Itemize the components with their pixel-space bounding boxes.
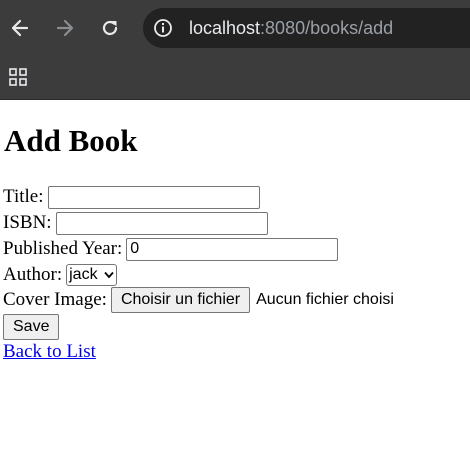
- back-button[interactable]: [5, 13, 35, 43]
- published-year-input[interactable]: [126, 237, 339, 261]
- title-input[interactable]: [47, 185, 260, 209]
- author-label: Author:: [3, 264, 63, 285]
- browser-chrome: localhost:8080/books/add: [0, 0, 470, 100]
- forward-button[interactable]: [50, 13, 80, 43]
- chevron-down-icon: [103, 271, 114, 279]
- arrow-right-icon: [56, 19, 74, 37]
- save-button[interactable]: Save: [3, 314, 60, 340]
- page-content: Add Book Title: ISBN: Published Year: Au…: [0, 100, 470, 473]
- title-label: Title:: [3, 186, 44, 207]
- reload-button[interactable]: [95, 13, 125, 43]
- year-row: Published Year:: [3, 236, 339, 262]
- isbn-input[interactable]: [55, 211, 268, 235]
- url-text[interactable]: localhost:8080/books/add: [189, 17, 393, 39]
- browser-toolbar: localhost:8080/books/add: [0, 0, 470, 56]
- cover-label: Cover Image:: [3, 289, 107, 310]
- back-to-list-link[interactable]: Back to List: [3, 341, 96, 363]
- cover-row: Cover Image: Choisir un fichier Aucun fi…: [3, 287, 394, 313]
- author-select[interactable]: jack: [66, 264, 117, 286]
- url-host: localhost: [189, 18, 261, 38]
- choose-file-button[interactable]: Choisir un fichier: [110, 287, 251, 313]
- file-status: Aucun fichier choisi: [256, 291, 394, 308]
- address-bar[interactable]: localhost:8080/books/add: [143, 8, 470, 48]
- author-row: Author: jack: [3, 262, 117, 288]
- page-title: Add Book: [4, 123, 138, 158]
- arrow-left-icon: [11, 19, 29, 37]
- title-row: Title:: [3, 184, 260, 210]
- isbn-row: ISBN:: [3, 210, 268, 236]
- reload-icon: [102, 20, 118, 36]
- info-icon: [154, 19, 172, 37]
- year-label: Published Year:: [3, 238, 123, 259]
- apps-grid-icon[interactable]: [9, 68, 27, 86]
- bookmarks-bar: [0, 56, 470, 100]
- site-info-button[interactable]: [151, 16, 175, 40]
- author-selected-value: jack: [69, 266, 98, 283]
- url-path: :8080/books/add: [260, 18, 394, 38]
- isbn-label: ISBN:: [3, 212, 52, 233]
